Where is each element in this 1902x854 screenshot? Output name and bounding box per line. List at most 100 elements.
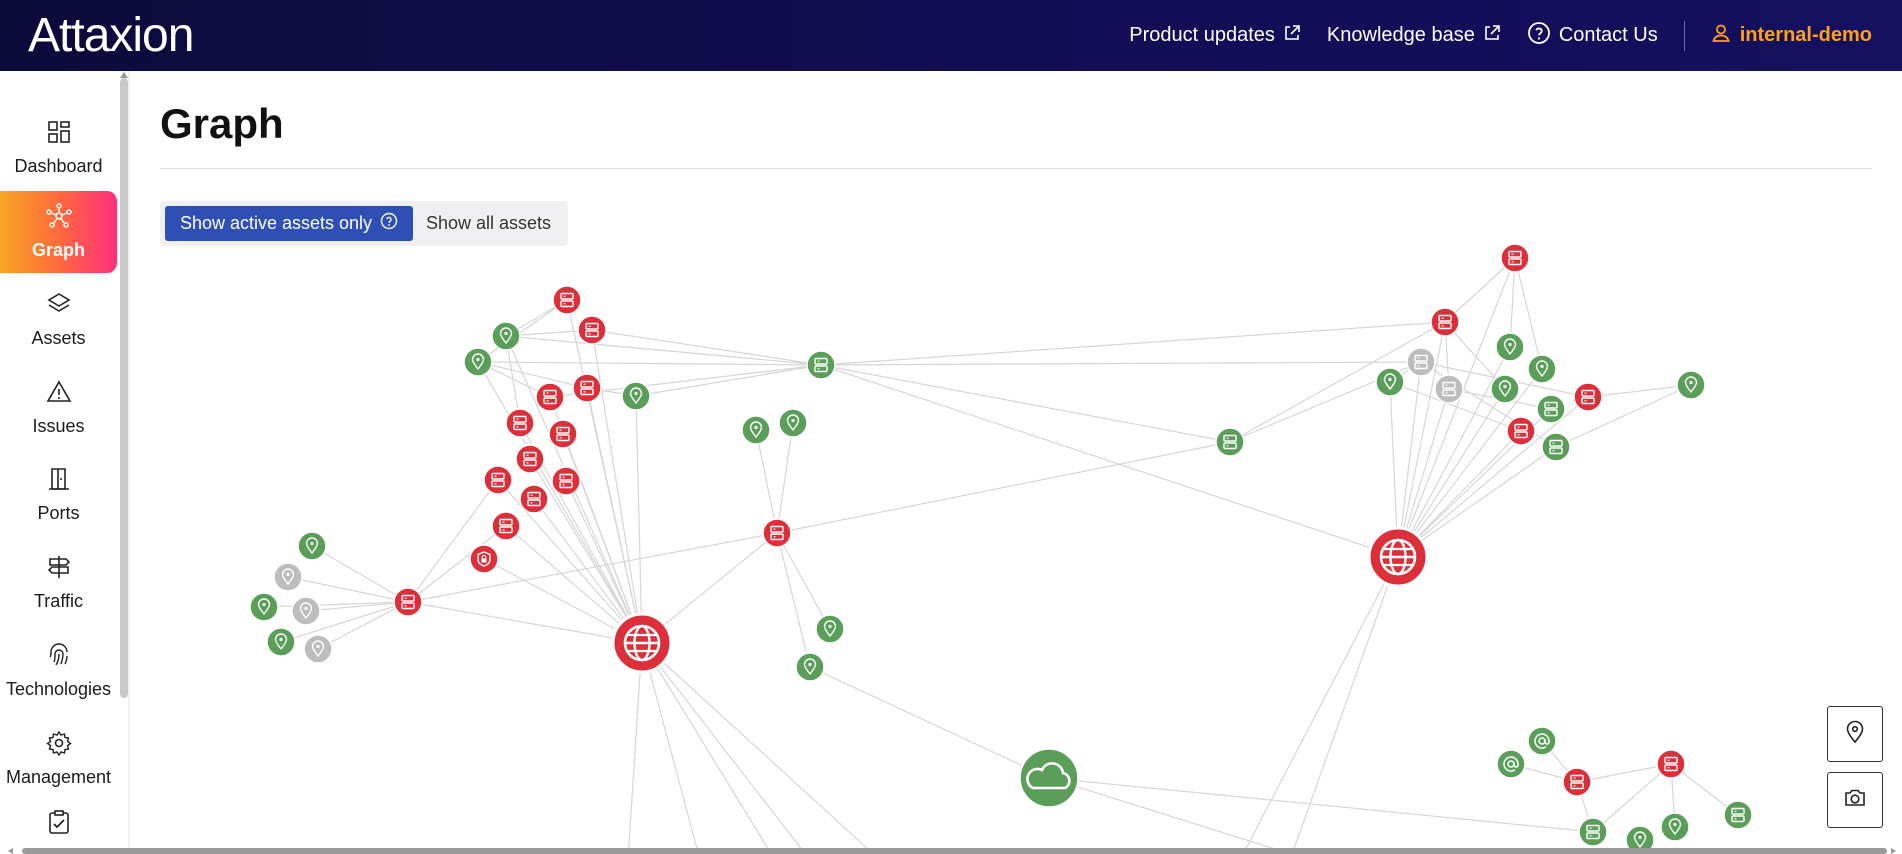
scroll-left-arrow[interactable] (8, 848, 13, 854)
location-node[interactable] (297, 531, 327, 561)
graph-edge (477, 299, 568, 363)
server-node[interactable] (1215, 427, 1245, 457)
contact-us-link[interactable]: Contact Us (1527, 21, 1658, 51)
server-node[interactable] (1723, 800, 1753, 830)
graph-edge (809, 666, 1050, 779)
location-node[interactable] (1660, 812, 1690, 842)
server-node[interactable] (572, 373, 602, 403)
location-node[interactable] (273, 562, 303, 592)
sidebar-item-label: Management (5, 767, 112, 787)
location-node[interactable] (1375, 367, 1405, 397)
product-updates-link[interactable]: Product updates (1129, 24, 1301, 48)
server-node[interactable] (1541, 432, 1571, 462)
sidebar-item-management[interactable]: Management (0, 718, 117, 800)
sidebar-item-dashboard[interactable]: Dashboard (0, 107, 117, 189)
shield-node[interactable] (469, 544, 499, 574)
server-node[interactable] (1406, 347, 1436, 377)
graph-edge (586, 387, 643, 644)
graph-edge (776, 441, 1231, 534)
location-node[interactable] (491, 321, 521, 351)
graph-edge (641, 642, 804, 850)
server-node[interactable] (515, 444, 545, 474)
server-node[interactable] (577, 315, 607, 345)
horizontal-scrollbar[interactable] (22, 848, 1887, 854)
server-node[interactable] (519, 484, 549, 514)
server-node[interactable] (483, 465, 513, 495)
fingerprint-icon (46, 642, 72, 673)
sidebar-divider (128, 71, 130, 854)
location-node[interactable] (291, 596, 321, 626)
email-node[interactable] (1496, 749, 1526, 779)
server-node[interactable] (393, 587, 423, 617)
title-divider (160, 168, 1872, 169)
server-node[interactable] (548, 419, 578, 449)
graph-edge (641, 642, 698, 850)
screenshot-button[interactable] (1827, 772, 1883, 828)
signpost-icon (46, 554, 72, 585)
server-node[interactable] (505, 408, 535, 438)
location-node[interactable] (1676, 370, 1706, 400)
show-all-assets-button[interactable]: Show all assets (426, 206, 551, 241)
sidebar-item-tasks[interactable] (0, 809, 117, 849)
sidebar-item-technologies[interactable]: Technologies (0, 630, 117, 712)
locations-toggle-button[interactable] (1827, 706, 1883, 762)
email-node[interactable] (1527, 726, 1557, 756)
user-menu[interactable]: internal-demo (1711, 23, 1872, 49)
graph-edge (1587, 384, 1692, 398)
sidebar-scrollbar[interactable] (120, 78, 128, 698)
graph-edge (1048, 777, 1594, 833)
server-node[interactable] (1434, 374, 1464, 404)
server-node[interactable] (806, 350, 836, 380)
asset-graph[interactable] (140, 240, 1880, 850)
graph-edge (776, 532, 831, 630)
server-node[interactable] (1506, 416, 1536, 446)
server-node[interactable] (1578, 817, 1608, 847)
location-node[interactable] (1625, 825, 1655, 850)
location-node[interactable] (303, 634, 333, 664)
location-node[interactable] (815, 614, 845, 644)
server-node[interactable] (1656, 749, 1686, 779)
server-node[interactable] (551, 466, 581, 496)
server-node[interactable] (1500, 243, 1530, 273)
graph-icon (45, 203, 72, 234)
server-node[interactable] (1536, 394, 1566, 424)
location-node[interactable] (1495, 332, 1525, 362)
sidebar-item-traffic[interactable]: Traffic (0, 542, 117, 624)
graph-edge (1244, 556, 1399, 850)
location-node[interactable] (795, 652, 825, 682)
scroll-right-arrow[interactable] (1891, 848, 1896, 854)
server-node[interactable] (762, 518, 792, 548)
sidebar: Dashboard Graph Assets Issues Ports Traf… (0, 71, 117, 854)
cloud-node[interactable] (1019, 748, 1079, 808)
attaxion-logo[interactable]: Attaxion (28, 8, 194, 62)
knowledge-base-link[interactable]: Knowledge base (1327, 24, 1501, 48)
location-node[interactable] (249, 592, 279, 622)
server-node[interactable] (552, 285, 582, 315)
server-node[interactable] (535, 382, 565, 412)
server-node[interactable] (1430, 307, 1460, 337)
user-name: internal-demo (1739, 24, 1872, 46)
sidebar-item-issues[interactable]: Issues (0, 367, 117, 449)
location-node[interactable] (778, 408, 808, 438)
help-circle-icon[interactable] (380, 212, 398, 235)
location-node[interactable] (621, 381, 651, 411)
user-icon (1711, 23, 1731, 49)
sidebar-item-graph[interactable]: Graph (0, 191, 117, 273)
location-node[interactable] (1527, 354, 1557, 384)
graph-edge (820, 321, 1446, 366)
sidebar-item-label: Graph (31, 240, 85, 260)
server-node[interactable] (491, 511, 521, 541)
sidebar-item-assets[interactable]: Assets (0, 279, 117, 361)
location-node[interactable] (266, 627, 296, 657)
show-active-assets-button[interactable]: Show active assets only (165, 206, 413, 241)
server-node[interactable] (1562, 767, 1592, 797)
location-node[interactable] (1490, 374, 1520, 404)
external-link-icon (1283, 24, 1301, 48)
location-node[interactable] (463, 347, 493, 377)
graph-edge (1292, 556, 1399, 850)
domain-node[interactable] (1367, 526, 1429, 588)
domain-node[interactable] (611, 612, 673, 674)
sidebar-item-ports[interactable]: Ports (0, 454, 117, 536)
server-node[interactable] (1573, 382, 1603, 412)
location-node[interactable] (741, 415, 771, 445)
